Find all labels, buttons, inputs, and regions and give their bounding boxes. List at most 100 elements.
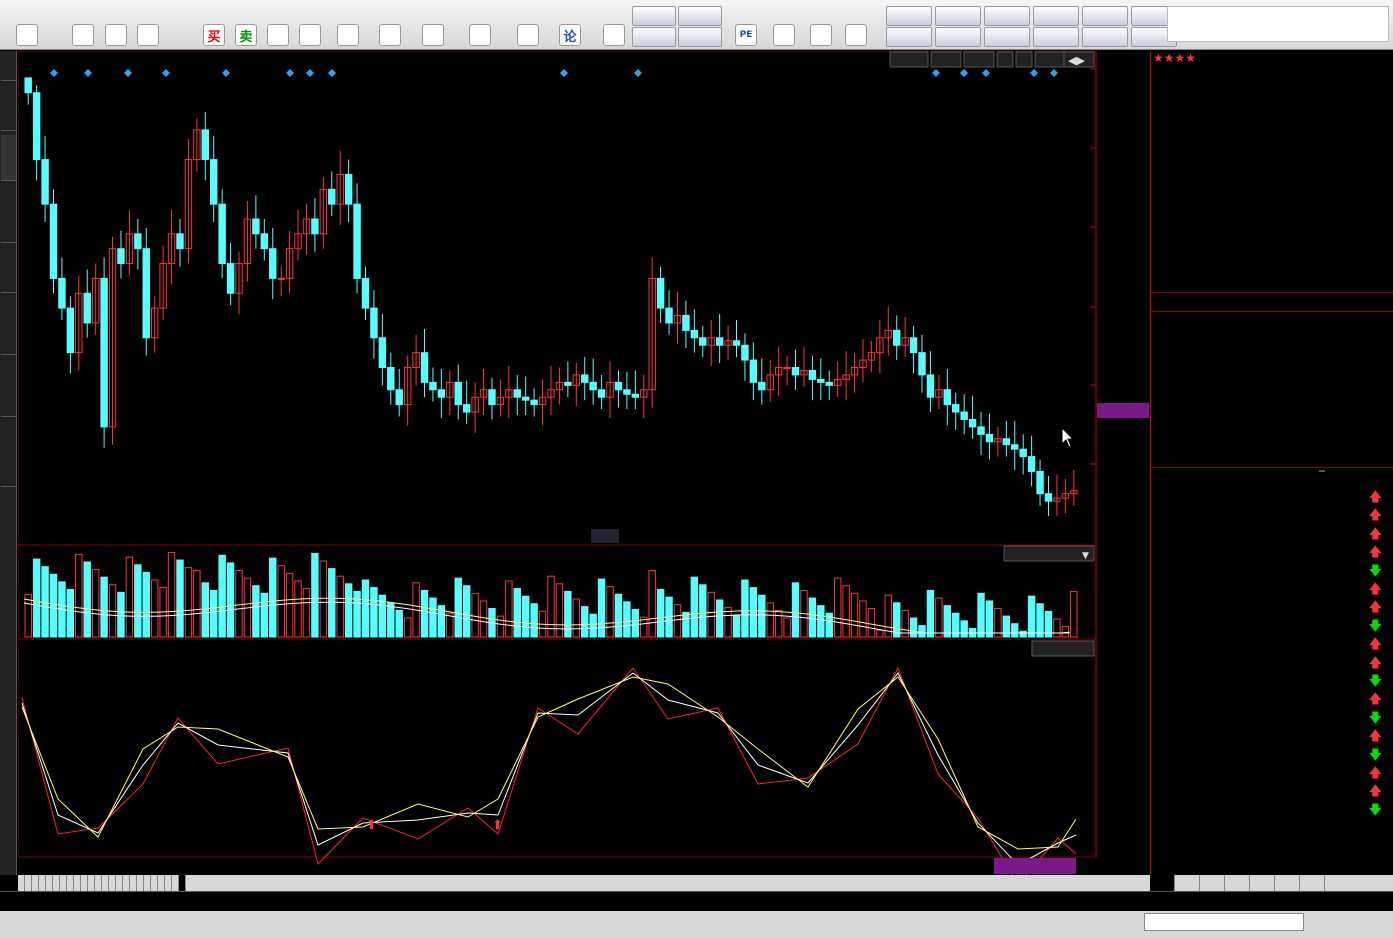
- event-diamond-icon[interactable]: [982, 69, 990, 77]
- toolbar-buy-button[interactable]: 买: [196, 2, 232, 48]
- event-diamond-icon[interactable]: [124, 69, 132, 77]
- chart-area[interactable]: ◀▶ ▼ ⬆ ⬆: [17, 50, 1150, 885]
- event-diamond-icon[interactable]: [932, 69, 940, 77]
- event-diamond-icon[interactable]: [222, 69, 230, 77]
- toolbar-sell-button[interactable]: 卖: [228, 2, 264, 48]
- ask-row[interactable]: [1151, 156, 1393, 176]
- event-diamond-icon[interactable]: [162, 69, 170, 77]
- event-diamond-icon[interactable]: [50, 69, 58, 77]
- left-tab[interactable]: [1, 297, 16, 355]
- toolbar-clock-button[interactable]: [372, 2, 408, 48]
- indicator-tab[interactable]: [46, 875, 53, 891]
- toolbar-small-button[interactable]: [678, 27, 722, 47]
- indicator-tab[interactable]: [130, 875, 137, 891]
- chart-svg[interactable]: ◀▶ ▼ ⬆ ⬆: [17, 50, 1150, 885]
- indicator-tab[interactable]: [81, 875, 88, 891]
- toolbar-market-button[interactable]: [886, 6, 932, 26]
- right-panel-tab[interactable]: [1300, 875, 1325, 891]
- volume-dropdown[interactable]: ▼: [1003, 545, 1095, 562]
- chart-header-button[interactable]: [1015, 51, 1033, 68]
- toolbar-market-button[interactable]: [886, 27, 932, 47]
- indicator-tab[interactable]: [88, 875, 95, 891]
- toolbar-updown-arrows-button[interactable]: [98, 2, 134, 48]
- ask-row[interactable]: [1151, 136, 1393, 156]
- toolbar-lock-button[interactable]: [292, 2, 328, 48]
- event-diamond-icon[interactable]: [634, 69, 642, 77]
- indicator-tab[interactable]: [39, 875, 46, 891]
- indicator-tab[interactable]: [53, 875, 60, 891]
- toolbar-forum-button[interactable]: 论: [552, 2, 588, 48]
- toolbar-screen-button[interactable]: [510, 2, 546, 48]
- toolbar-star-list-button[interactable]: [330, 2, 366, 48]
- toolbar-f10-button[interactable]: [415, 2, 451, 48]
- indicator-help-button[interactable]: [1031, 640, 1095, 657]
- event-diamond-icon[interactable]: [1050, 69, 1058, 77]
- toolbar-pe-button[interactable]: PE: [728, 2, 764, 48]
- ask-row[interactable]: [1151, 176, 1393, 196]
- right-panel-tab[interactable]: [1250, 875, 1275, 891]
- right-panel-tab[interactable]: [1200, 875, 1225, 891]
- left-tab[interactable]: [1, 359, 16, 417]
- event-diamond-icon[interactable]: [84, 69, 92, 77]
- indicator-tab[interactable]: [165, 875, 172, 891]
- right-panel-tab[interactable]: [1150, 875, 1175, 891]
- toolbar-newstock-button[interactable]: [803, 2, 839, 48]
- toolbar-market-button[interactable]: [1082, 6, 1128, 26]
- indicator-tab[interactable]: [95, 875, 102, 891]
- right-panel-tab[interactable]: [1175, 875, 1200, 891]
- indicator-tab[interactable]: [102, 875, 109, 891]
- industry-row[interactable]: [1151, 467, 1393, 487]
- toolbar-hk-button[interactable]: [838, 2, 874, 48]
- indicator-tab[interactable]: [25, 875, 32, 891]
- indicator-tab[interactable]: [172, 875, 179, 891]
- indicator-tab[interactable]: [137, 875, 144, 891]
- left-tab[interactable]: [1, 185, 16, 243]
- toolbar-small-button[interactable]: [632, 27, 676, 47]
- toolbar-windows-button[interactable]: [4, 2, 50, 48]
- event-diamond-icon[interactable]: [960, 69, 968, 77]
- toolbar-market-button[interactable]: [984, 27, 1030, 47]
- toolbar-market-button[interactable]: [935, 6, 981, 26]
- order-notice[interactable]: [1151, 292, 1393, 312]
- event-diamond-icon[interactable]: [306, 69, 314, 77]
- indicator-tab[interactable]: [74, 875, 81, 891]
- toolbar-market-button[interactable]: [1033, 27, 1079, 47]
- indicator-tab[interactable]: [116, 875, 123, 891]
- ask-row[interactable]: [1151, 96, 1393, 116]
- indicator-tab[interactable]: [123, 875, 130, 891]
- left-tab[interactable]: [1, 135, 16, 181]
- right-panel-tab[interactable]: [1275, 875, 1300, 891]
- indicator-tab[interactable]: [179, 875, 186, 891]
- chart-header-button[interactable]: [1034, 51, 1068, 68]
- toolbar-market-button[interactable]: [1082, 27, 1128, 47]
- toolbar-hammer-button[interactable]: [260, 2, 296, 48]
- ask-row[interactable]: [1151, 116, 1393, 136]
- event-diamond-icon[interactable]: [560, 69, 568, 77]
- left-tab[interactable]: [1, 421, 16, 487]
- finance-badge[interactable]: [591, 529, 619, 543]
- chart-header-button[interactable]: [996, 51, 1014, 68]
- event-diamond-icon[interactable]: [328, 69, 336, 77]
- indicator-tab[interactable]: [32, 875, 39, 891]
- indicator-tab[interactable]: [109, 875, 116, 891]
- bid-row[interactable]: [1151, 196, 1393, 216]
- bid-row[interactable]: [1151, 256, 1393, 276]
- toolbar-pen-button[interactable]: [462, 2, 498, 48]
- indicator-tab[interactable]: [144, 875, 151, 891]
- left-tab[interactable]: [1, 85, 16, 131]
- bid-row[interactable]: [1151, 236, 1393, 256]
- toolbar-hot-button[interactable]: [766, 2, 802, 48]
- industry-compare-button[interactable]: [1319, 470, 1325, 472]
- toolbar-market-button[interactable]: [1033, 6, 1079, 26]
- indicator-tab[interactable]: [67, 875, 74, 891]
- toolbar-speed-button[interactable]: [130, 2, 166, 48]
- right-panel-tab[interactable]: [1225, 875, 1250, 891]
- bid-row[interactable]: [1151, 216, 1393, 236]
- event-diamond-icon[interactable]: [1030, 69, 1038, 77]
- chart-header-button[interactable]: [963, 51, 995, 68]
- left-tab[interactable]: [1, 53, 16, 81]
- search-input[interactable]: [1144, 913, 1304, 931]
- event-diamond-icon[interactable]: [286, 69, 294, 77]
- toolbar-market-button[interactable]: [984, 6, 1030, 26]
- chart-header-button[interactable]: [889, 51, 929, 68]
